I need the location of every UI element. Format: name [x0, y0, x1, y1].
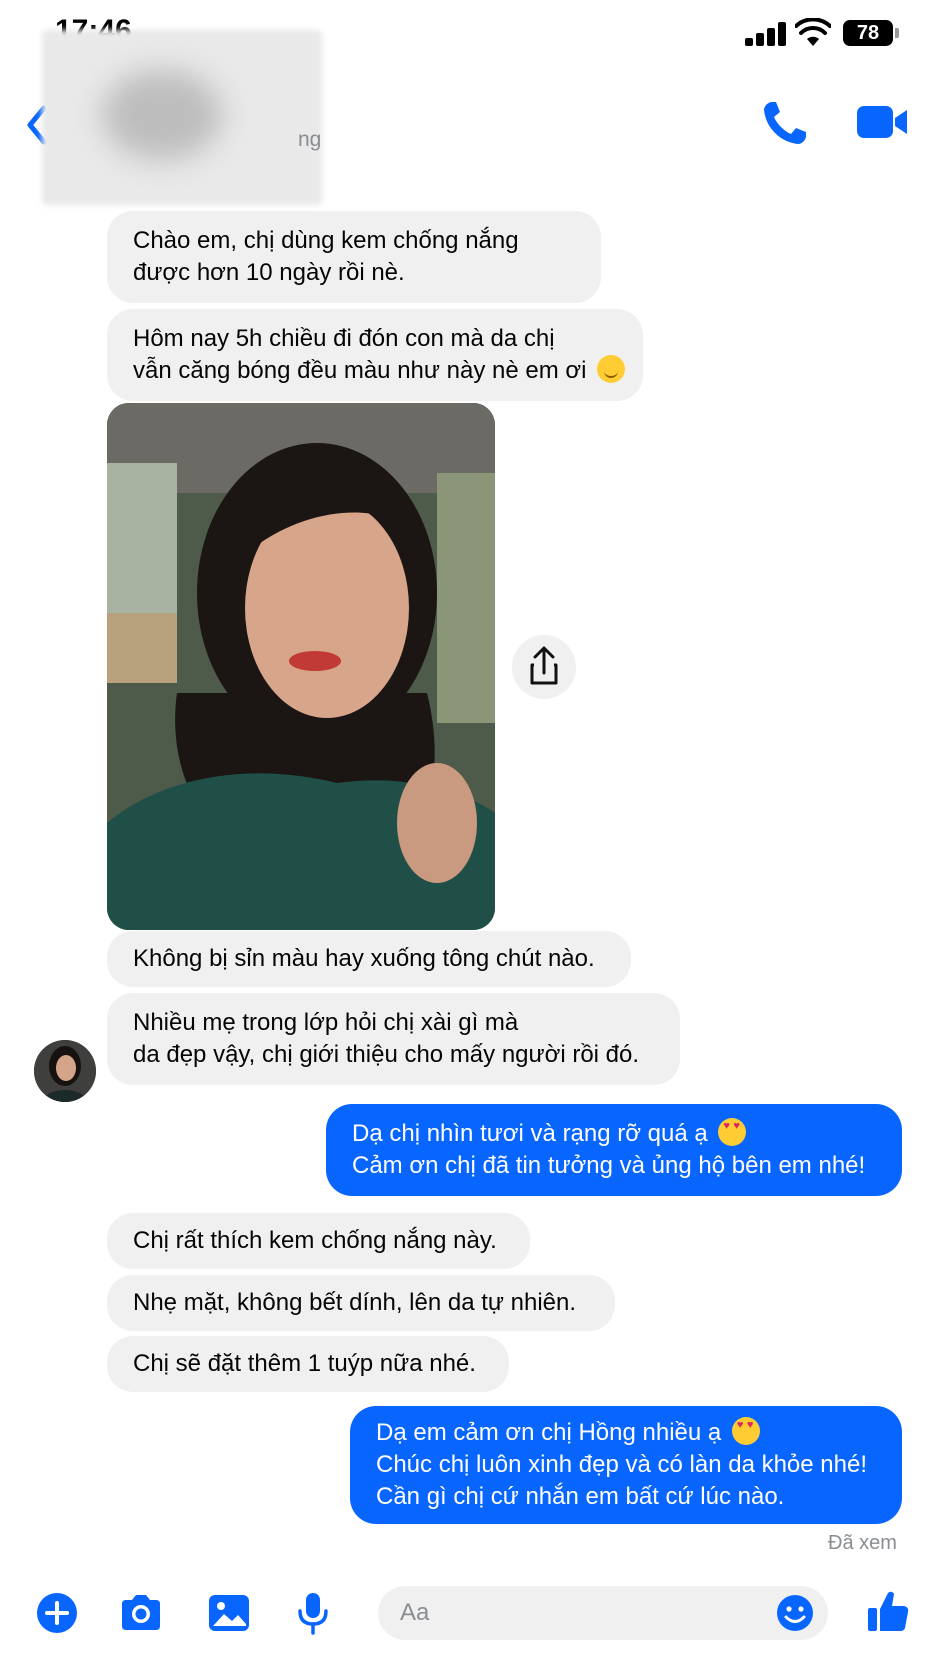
- incoming-message[interactable]: Không bị sỉn màu hay xuống tông chút nào…: [107, 931, 631, 987]
- message-line: Chào em, chị dùng kem chống nắng: [133, 227, 519, 254]
- heart-eyes-emoji-icon: [718, 1118, 747, 1146]
- message-line: Dạ em cảm ơn chị Hồng nhiều ạ: [376, 1419, 722, 1446]
- chat-header: ng: [0, 30, 946, 205]
- message-text: Chị sẽ đặt thêm 1 tuýp nữa nhé.: [133, 1350, 476, 1377]
- incoming-message[interactable]: Chị rất thích kem chống nắng này.: [107, 1213, 530, 1269]
- cellular-signal-icon: [745, 22, 787, 46]
- message-line: vẫn căng bóng đều màu như này nè em ơi: [133, 357, 587, 384]
- outgoing-message[interactable]: Dạ chị nhìn tươi và rạng rỡ quá ạ Cảm ơn…: [326, 1104, 902, 1196]
- battery-tip: [895, 28, 899, 38]
- selfie-image: [107, 403, 495, 930]
- contact-avatar[interactable]: [34, 1040, 96, 1102]
- thumbs-up-icon[interactable]: [866, 1588, 910, 1634]
- video-camera-icon[interactable]: [855, 102, 909, 142]
- shared-photo[interactable]: [107, 403, 495, 930]
- message-input[interactable]: [378, 1586, 828, 1640]
- message-composer: [0, 1578, 946, 1662]
- message-text: Chị rất thích kem chống nắng này.: [133, 1227, 497, 1254]
- message-line: Chúc chị luôn xinh đẹp và có làn da khỏe…: [376, 1451, 868, 1478]
- avatar-photo: [34, 1040, 96, 1102]
- share-icon: [530, 646, 558, 685]
- battery-indicator: 78: [843, 20, 893, 46]
- message-text: Không bị sỉn màu hay xuống tông chút nào…: [133, 945, 595, 972]
- smiling-face-with-hearts-emoji-icon: [731, 1417, 760, 1445]
- incoming-message[interactable]: Chào em, chị dùng kem chống nắng được hơ…: [107, 211, 601, 303]
- emoji-icon[interactable]: [775, 1593, 815, 1633]
- message-line: Cần gì chị cứ nhắn em bất cứ lúc nào.: [376, 1483, 785, 1510]
- phone-icon[interactable]: [760, 98, 808, 148]
- incoming-message[interactable]: Hôm nay 5h chiều đi đón con mà da chị vẫ…: [107, 309, 643, 401]
- message-text: Nhẹ mặt, không bết dính, lên da tự nhiên…: [133, 1289, 577, 1316]
- message-line: Dạ chị nhìn tươi và rạng rỡ quá ạ: [352, 1120, 708, 1147]
- microphone-icon[interactable]: [290, 1590, 336, 1636]
- incoming-message[interactable]: Nhẹ mặt, không bết dính, lên da tự nhiên…: [107, 1275, 615, 1331]
- wifi-icon: [795, 18, 831, 46]
- share-button[interactable]: [512, 635, 576, 699]
- message-line: Nhiều mẹ trong lớp hỏi chị xài gì mà: [133, 1009, 519, 1036]
- message-line: Cảm ơn chị đã tin tưởng và ủng hộ bên em…: [352, 1152, 866, 1179]
- smiling-face-emoji-icon: [597, 355, 626, 383]
- message-line: Hôm nay 5h chiều đi đón con mà da chị: [133, 325, 555, 352]
- image-icon[interactable]: [206, 1590, 252, 1636]
- outgoing-message[interactable]: Dạ em cảm ơn chị Hồng nhiều ạ Chúc chị l…: [350, 1406, 902, 1524]
- incoming-message[interactable]: Nhiều mẹ trong lớp hỏi chị xài gì mà da …: [107, 993, 680, 1085]
- contact-avatar-name-blurred[interactable]: [42, 30, 322, 205]
- plus-icon[interactable]: [34, 1590, 80, 1636]
- incoming-message[interactable]: Chị sẽ đặt thêm 1 tuýp nữa nhé.: [107, 1336, 509, 1392]
- camera-icon[interactable]: [118, 1590, 164, 1636]
- contact-status-text: ng: [298, 128, 322, 151]
- message-line: da đẹp vậy, chị giới thiệu cho mấy người…: [133, 1041, 640, 1068]
- message-line: được hơn 10 ngày rồi nè.: [133, 259, 405, 286]
- seen-indicator: Đã xem: [828, 1532, 897, 1554]
